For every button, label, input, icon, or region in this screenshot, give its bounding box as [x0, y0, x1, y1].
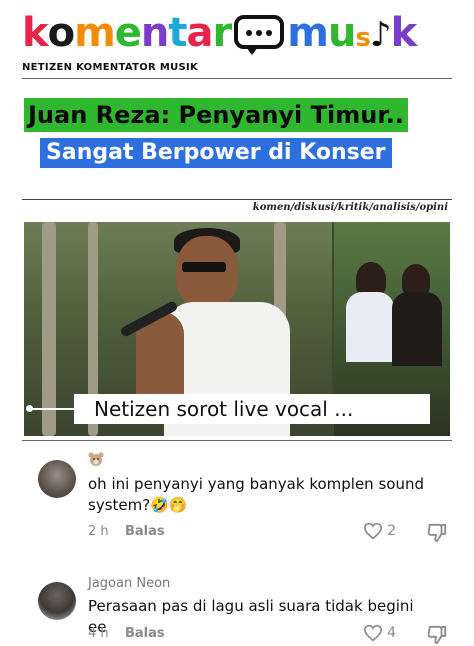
logo-letter: r: [212, 10, 233, 56]
comment-time: 4 h: [88, 626, 109, 641]
singer-head: [176, 236, 238, 308]
tree-trunk: [42, 222, 56, 436]
logo-letter: m: [74, 10, 116, 56]
comment-author[interactable]: Jagoan Neon: [88, 576, 170, 591]
logo-letter: e: [114, 10, 142, 56]
heart-icon: [363, 522, 382, 540]
divider: [22, 78, 452, 79]
logo-letter: k: [22, 10, 49, 56]
logo-letter: a: [186, 10, 214, 56]
music-note-icon: ♪: [369, 15, 392, 55]
sunglasses: [182, 262, 226, 272]
reply-button[interactable]: Balas: [125, 626, 165, 641]
like-count: 2: [387, 523, 396, 539]
comment-text: oh ini penyanyi yang banyak komplen soun…: [88, 475, 424, 514]
avatar[interactable]: [38, 582, 76, 620]
comment-item: oh ini penyanyi yang banyak komplen soun…: [38, 452, 454, 552]
logo-letter: u: [327, 10, 357, 56]
divider: [22, 440, 452, 441]
audience-head: [356, 262, 386, 296]
dislike-button[interactable]: [426, 624, 448, 645]
site-logo[interactable]: komentar mus♪k: [22, 4, 452, 62]
thumbs-down-icon: [427, 625, 447, 644]
headline-line-2: Sangat Berpower di Konser: [40, 138, 392, 168]
video-caption: Netizen sorot live vocal ...: [74, 394, 430, 424]
headline-line-1: Juan Reza: Penyanyi Timur..: [24, 98, 408, 132]
comment-item: Jagoan Neon Perasaan pas di lagu asli su…: [38, 576, 454, 646]
logo-letter: m: [287, 10, 329, 56]
logo-letter: o: [47, 10, 76, 56]
like-button[interactable]: 4: [363, 624, 396, 642]
like-count: 4: [387, 625, 396, 641]
category-tags: komen/diskusi/kritik/analisis/opini: [252, 202, 448, 213]
like-button[interactable]: 2: [363, 522, 396, 540]
heart-icon: [363, 624, 382, 642]
site-tagline: NETIZEN KOMENTATOR MUSIK: [22, 62, 199, 73]
divider: [22, 199, 452, 200]
avatar[interactable]: [38, 460, 76, 498]
logo-letter: n: [140, 10, 170, 56]
audience-body: [346, 292, 394, 362]
audience-body: [392, 292, 442, 366]
bear-emoji-icon: [88, 452, 104, 466]
caption-line: [28, 408, 74, 410]
reply-button[interactable]: Balas: [125, 524, 165, 539]
comment-author-icon: [88, 452, 104, 470]
thumbs-down-icon: [427, 523, 447, 542]
logo-letter: t: [168, 10, 187, 56]
video-thumbnail[interactable]: Netizen sorot live vocal ...: [24, 222, 450, 436]
comment-time: 2 h: [88, 524, 109, 539]
logo-letter: s: [355, 23, 371, 53]
logo-letter: k: [390, 10, 418, 56]
dislike-button[interactable]: [426, 522, 448, 543]
chat-bubble-icon: [234, 15, 285, 55]
